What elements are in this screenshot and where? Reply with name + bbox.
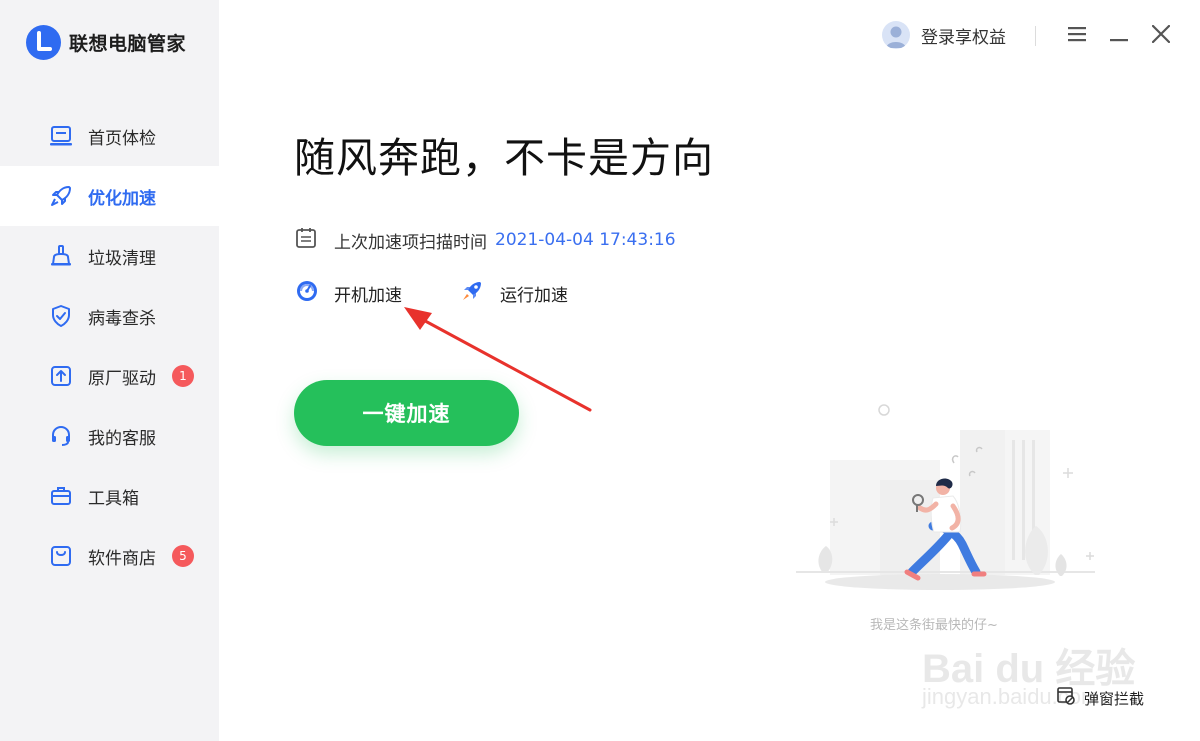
notification-badge: 5 — [172, 545, 194, 567]
store-bag-icon — [48, 543, 74, 569]
shield-icon — [48, 303, 74, 329]
boot-accel-label: 开机加速 — [334, 285, 402, 306]
title-bar: 登录享权益 — [800, 0, 1200, 72]
brand: 联想电脑管家 — [26, 24, 186, 60]
menu-button[interactable] — [1065, 24, 1089, 48]
login-label: 登录享权益 — [921, 27, 1006, 48]
close-button[interactable] — [1149, 24, 1173, 48]
sidebar-item-support[interactable]: 我的客服 — [0, 406, 219, 466]
speedometer-icon — [296, 280, 318, 306]
sidebar-item-label: 垃圾清理 — [88, 248, 156, 269]
last-scan-row: 上次加速项扫描时间 2021-04-04 17:43:16 — [294, 226, 676, 254]
page-title: 随风奔跑，不卡是方向 — [294, 134, 714, 182]
toolbox-icon — [48, 483, 74, 509]
laptop-icon — [48, 123, 74, 149]
runtime-accel-option[interactable]: 运行加速 — [460, 279, 568, 307]
sidebar-item-label: 优化加速 — [88, 188, 156, 209]
sidebar-item-optimize[interactable]: 优化加速 — [0, 166, 219, 226]
close-icon — [1151, 24, 1171, 47]
last-scan-label: 上次加速项扫描时间 — [334, 232, 487, 253]
sidebar-item-label: 病毒查杀 — [88, 308, 156, 329]
sidebar: 联想电脑管家 首页体检 优化加速 垃圾清理 病毒查杀 原厂驱动 1 我的客服 工… — [0, 0, 219, 741]
sidebar-item-label: 工具箱 — [88, 488, 139, 509]
runner-illustration — [796, 404, 1095, 590]
sidebar-item-toolbox[interactable]: 工具箱 — [0, 466, 219, 526]
sidebar-item-label: 首页体检 — [88, 128, 156, 149]
rocket-icon — [48, 183, 74, 209]
hamburger-menu-icon — [1068, 26, 1086, 46]
app-title: 联想电脑管家 — [69, 32, 187, 55]
minimize-icon — [1110, 27, 1128, 46]
sidebar-item-label: 软件商店 — [88, 548, 156, 569]
popup-block-label: 弹窗拦截 — [1084, 689, 1145, 708]
sidebar-nav: 首页体检 优化加速 垃圾清理 病毒查杀 原厂驱动 1 我的客服 工具箱 软件商店… — [0, 106, 219, 586]
login-button[interactable]: 登录享权益 — [882, 21, 1006, 49]
minimize-button[interactable] — [1107, 24, 1131, 48]
upload-icon — [48, 363, 74, 389]
sidebar-item-home-check[interactable]: 首页体检 — [0, 106, 219, 166]
avatar — [882, 21, 910, 49]
popup-block-icon — [1056, 686, 1076, 710]
runtime-accel-label: 运行加速 — [500, 285, 568, 306]
illustration-caption: 我是这条街最快的仔~ — [870, 618, 998, 633]
boot-accel-option[interactable]: 开机加速 — [296, 280, 402, 306]
sidebar-item-virus-scan[interactable]: 病毒查杀 — [0, 286, 219, 346]
divider — [1035, 26, 1036, 46]
sidebar-item-label: 原厂驱动 — [88, 368, 156, 389]
notification-badge: 1 — [172, 365, 194, 387]
last-scan-time: 2021-04-04 17:43:16 — [495, 230, 676, 250]
sidebar-item-junk-clean[interactable]: 垃圾清理 — [0, 226, 219, 286]
headset-icon — [48, 423, 74, 449]
sidebar-item-drivers[interactable]: 原厂驱动 1 — [0, 346, 219, 406]
broom-icon — [48, 243, 74, 269]
accel-modes: 开机加速 运行加速 — [296, 279, 568, 307]
sidebar-item-software-store[interactable]: 软件商店 5 — [0, 526, 219, 586]
calendar-icon — [294, 226, 318, 254]
app-logo-icon — [26, 24, 61, 60]
popup-block-button[interactable]: 弹窗拦截 — [1056, 686, 1144, 710]
rocket-icon — [460, 279, 484, 307]
sidebar-item-label: 我的客服 — [88, 428, 156, 449]
one-click-accelerate-button[interactable]: 一键加速 — [294, 380, 519, 446]
